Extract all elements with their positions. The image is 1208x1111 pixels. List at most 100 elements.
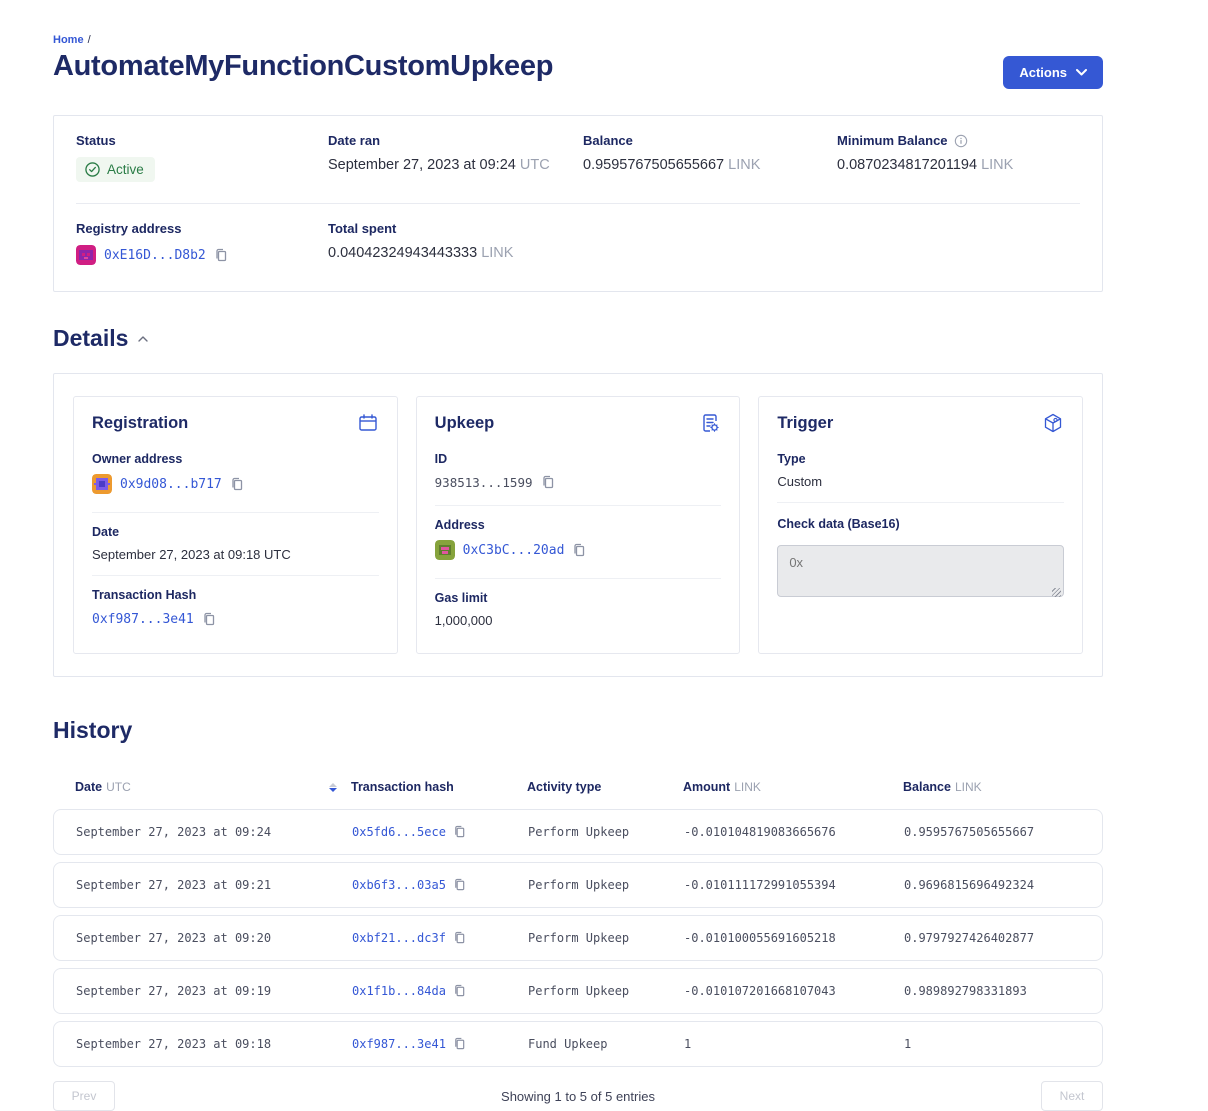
copy-icon (230, 477, 244, 492)
column-header-balance-text: Balance (903, 780, 951, 794)
copy-row-hash-button[interactable] (453, 984, 466, 998)
copy-icon (453, 931, 466, 945)
details-heading-row: Details (53, 325, 1103, 352)
row-activity: Perform Upkeep (528, 984, 684, 998)
title-row: AutomateMyFunctionCustomUpkeep Actions (53, 50, 1103, 89)
registration-date-label: Date (92, 525, 379, 539)
row-hash-cell: 0xb6f3...03a5 (352, 878, 528, 892)
copy-icon (572, 543, 586, 558)
registration-card: Registration Owner address 0x9d08...b717… (73, 396, 398, 654)
row-date: September 27, 2023 at 09:24 (76, 825, 352, 839)
owner-address-link[interactable]: 0x9d08...b717 (120, 477, 222, 492)
table-row: September 27, 2023 at 09:19 0x1f1b...84d… (53, 968, 1103, 1014)
copy-upkeep-address-button[interactable] (572, 543, 586, 558)
trigger-card: Trigger Type Custom Check data (Base16) (758, 396, 1083, 654)
copy-registry-address-button[interactable] (214, 248, 228, 263)
info-icon[interactable] (954, 134, 968, 148)
check-data-label: Check data (Base16) (777, 517, 1064, 531)
min-balance-unit: LINK (981, 157, 1013, 173)
copy-icon (214, 248, 228, 263)
check-data-textarea[interactable] (777, 545, 1064, 597)
registry-address-link[interactable]: 0xE16D...D8b2 (104, 248, 206, 263)
status-label: Status (76, 133, 328, 148)
row-hash-link[interactable]: 0x1f1b...84da (352, 984, 446, 998)
row-hash-link[interactable]: 0x5fd6...5ece (352, 825, 446, 839)
upkeep-address-identicon (435, 540, 455, 560)
date-ran-text: September 27, 2023 at 09:24 (328, 157, 516, 173)
registration-title: Registration (92, 414, 188, 433)
copy-icon (453, 878, 466, 892)
upkeep-card: Upkeep ID 938513...1599 Address (416, 396, 741, 654)
pagination-summary: Showing 1 to 5 of 5 entries (501, 1089, 655, 1104)
copy-row-hash-button[interactable] (453, 878, 466, 892)
owner-address-value: 0x9d08...b717 (92, 474, 244, 494)
row-hash-cell: 0xbf21...dc3f (352, 931, 528, 945)
status-badge: Active (76, 157, 155, 182)
gas-limit-group: Gas limit 1,000,000 (435, 579, 722, 641)
copy-row-hash-button[interactable] (453, 931, 466, 945)
row-balance: 0.9797927426402877 (904, 931, 1080, 945)
next-button[interactable]: Next (1041, 1081, 1103, 1111)
row-activity: Perform Upkeep (528, 825, 684, 839)
upkeep-card-header: Upkeep (435, 412, 722, 434)
copy-icon (202, 612, 216, 627)
upkeep-id-group: ID 938513...1599 (435, 440, 722, 506)
prev-button[interactable]: Prev (53, 1081, 115, 1111)
chevron-up-icon[interactable] (138, 336, 148, 342)
min-balance-amount: 0.0870234817201194 (837, 157, 977, 173)
row-hash-cell: 0x5fd6...5ece (352, 825, 528, 839)
row-date: September 27, 2023 at 09:19 (76, 984, 352, 998)
table-row: September 27, 2023 at 09:18 0xf987...3e4… (53, 1021, 1103, 1067)
total-spent-field: Total spent 0.04042324943443333 LINK (328, 221, 1080, 270)
upkeep-address-link[interactable]: 0xC3bC...20ad (463, 543, 565, 558)
row-balance: 0.9696815696492324 (904, 878, 1080, 892)
total-spent-value: 0.04042324943443333 LINK (328, 245, 1080, 261)
row-activity: Perform Upkeep (528, 931, 684, 945)
total-spent-unit: LINK (481, 245, 513, 261)
row-hash-link[interactable]: 0xb6f3...03a5 (352, 878, 446, 892)
copy-icon (541, 475, 555, 490)
copy-upkeep-id-button[interactable] (541, 475, 555, 490)
history-table-header: DateUTC Transaction hash Activity type A… (53, 780, 1103, 794)
column-header-date-unit: UTC (106, 780, 131, 794)
row-date: September 27, 2023 at 09:18 (76, 1037, 352, 1051)
transaction-hash-link[interactable]: 0xf987...3e41 (92, 612, 194, 627)
table-row: September 27, 2023 at 09:20 0xbf21...dc3… (53, 915, 1103, 961)
min-balance-label-text: Minimum Balance (837, 133, 948, 148)
gas-limit-label: Gas limit (435, 591, 722, 605)
registration-date-value: September 27, 2023 at 09:18 UTC (92, 547, 379, 562)
row-amount: -0.010111172991055394 (684, 878, 904, 892)
column-header-date[interactable]: DateUTC (75, 780, 351, 794)
copy-icon (453, 1037, 466, 1051)
upkeep-address-label: Address (435, 518, 722, 532)
row-activity: Perform Upkeep (528, 878, 684, 892)
transaction-hash-group: Transaction Hash 0xf987...3e41 (92, 576, 379, 641)
copy-row-hash-button[interactable] (453, 825, 466, 839)
copy-icon (453, 984, 466, 998)
row-hash-link[interactable]: 0xbf21...dc3f (352, 931, 446, 945)
actions-button[interactable]: Actions (1003, 56, 1103, 89)
upkeep-id-value: 938513...1599 (435, 475, 555, 490)
copy-transaction-hash-button[interactable] (202, 612, 216, 627)
breadcrumb-home-link[interactable]: Home (53, 34, 84, 46)
trigger-card-header: Trigger (777, 412, 1064, 434)
copy-row-hash-button[interactable] (453, 1037, 466, 1051)
copy-owner-address-button[interactable] (230, 477, 244, 492)
transaction-hash-value: 0xf987...3e41 (92, 612, 216, 627)
sort-icon[interactable] (329, 783, 337, 792)
status-badge-text: Active (107, 162, 144, 177)
cube-icon (1042, 412, 1064, 434)
date-ran-value: September 27, 2023 at 09:24 UTC (328, 157, 583, 173)
column-header-balance-unit: LINK (955, 780, 982, 794)
calendar-icon (357, 412, 379, 434)
history-heading: History (53, 717, 132, 744)
row-hash-link[interactable]: 0xf987...3e41 (352, 1037, 446, 1051)
copy-icon (453, 825, 466, 839)
row-hash-cell: 0xf987...3e41 (352, 1037, 528, 1051)
column-header-activity: Activity type (527, 780, 683, 794)
row-amount: -0.010104819083665676 (684, 825, 904, 839)
balance-label: Balance (583, 133, 837, 148)
column-header-amount-text: Amount (683, 780, 730, 794)
owner-address-label: Owner address (92, 452, 379, 466)
check-data-wrap (777, 543, 1064, 602)
